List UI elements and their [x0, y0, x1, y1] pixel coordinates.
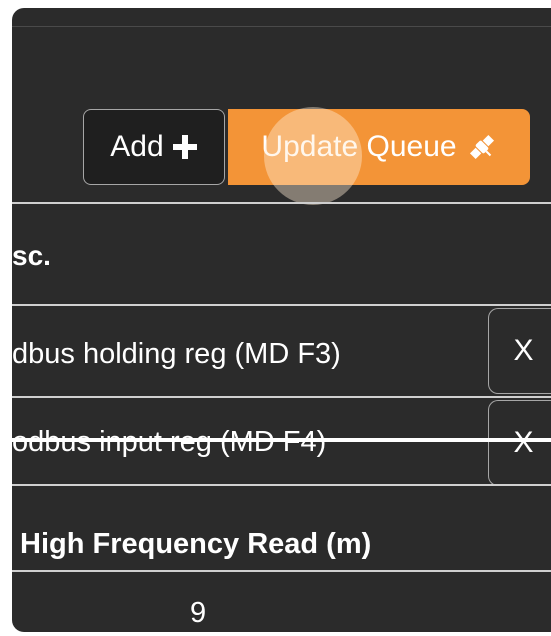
- queue-item-label: odbus input reg (MD F4): [12, 426, 327, 458]
- queue-panel: Add Update Queue sc. dbus holding reg (M…: [12, 8, 551, 632]
- update-queue-button[interactable]: Update Queue: [228, 109, 530, 185]
- remove-item-button[interactable]: X: [488, 400, 551, 486]
- section-divider: [12, 304, 551, 306]
- plus-icon: [172, 134, 198, 160]
- column-header: High Frequency Read (m): [20, 528, 372, 560]
- table-cell: 9: [190, 597, 207, 629]
- toolbar-divider: [12, 202, 551, 204]
- row-divider: [12, 484, 551, 486]
- remove-item-button[interactable]: X: [488, 308, 551, 394]
- satellite-icon: [467, 132, 497, 162]
- update-queue-label: Update Queue: [261, 130, 457, 163]
- row-divider: [12, 396, 551, 398]
- strikethrough-line: [12, 438, 551, 442]
- header-divider: [12, 570, 551, 572]
- add-button-label: Add: [110, 130, 164, 163]
- top-divider: [12, 26, 551, 27]
- queue-item-label: dbus holding reg (MD F3): [12, 338, 341, 370]
- section-title: sc.: [12, 240, 51, 271]
- add-button[interactable]: Add: [83, 109, 225, 185]
